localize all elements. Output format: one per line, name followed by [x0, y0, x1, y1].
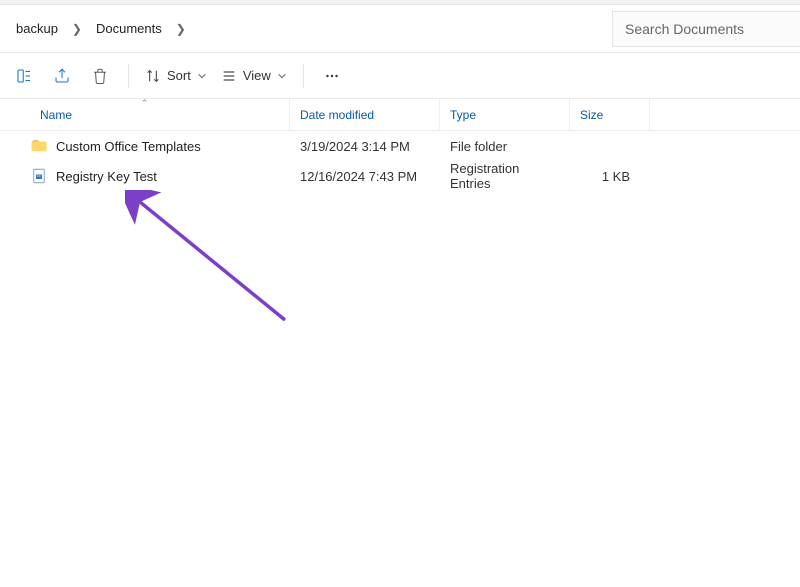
- sort-label: Sort: [167, 68, 191, 83]
- breadcrumb-label: Documents: [96, 21, 162, 36]
- delete-icon[interactable]: [82, 58, 118, 94]
- chevron-right-icon[interactable]: ❯: [170, 22, 192, 36]
- column-header-label: Size: [580, 108, 603, 122]
- toolbar-separator: [128, 64, 129, 88]
- column-header-type[interactable]: Type: [440, 99, 570, 130]
- toolbar-separator: [303, 64, 304, 88]
- column-header-date[interactable]: Date modified: [290, 99, 440, 130]
- view-label: View: [243, 68, 271, 83]
- file-name: Registry Key Test: [56, 169, 157, 184]
- file-list: Custom Office Templates 3/19/2024 3:14 P…: [0, 131, 800, 191]
- list-item[interactable]: Custom Office Templates 3/19/2024 3:14 P…: [0, 131, 800, 161]
- view-button[interactable]: View: [215, 58, 293, 94]
- file-size: 1 KB: [570, 169, 650, 184]
- chevron-down-icon: [277, 71, 287, 81]
- search-input[interactable]: [612, 11, 800, 47]
- address-bar-row: backup ❯ Documents ❯: [0, 5, 800, 53]
- file-date: 3/19/2024 3:14 PM: [290, 139, 440, 154]
- details-pane-icon[interactable]: [6, 58, 42, 94]
- column-header-size[interactable]: Size: [570, 99, 650, 130]
- list-item[interactable]: Registry Key Test 12/16/2024 7:43 PM Reg…: [0, 161, 800, 191]
- breadcrumb-label: backup: [16, 21, 58, 36]
- breadcrumb-item[interactable]: backup: [8, 13, 66, 45]
- file-date: 12/16/2024 7:43 PM: [290, 169, 440, 184]
- folder-icon: [30, 137, 48, 155]
- registry-file-icon: [30, 167, 48, 185]
- file-type: Registration Entries: [440, 161, 570, 191]
- column-header-label: Date modified: [300, 108, 374, 122]
- chevron-down-icon: [197, 71, 207, 81]
- sort-indicator-icon: ⌃: [141, 98, 149, 109]
- breadcrumb-item[interactable]: Documents: [88, 13, 170, 45]
- column-header-name[interactable]: Name ⌃: [0, 99, 290, 130]
- column-headers: Name ⌃ Date modified Type Size: [0, 99, 800, 131]
- column-header-label: Name: [40, 108, 72, 122]
- toolbar: Sort View: [0, 53, 800, 99]
- file-type: File folder: [440, 139, 570, 154]
- chevron-right-icon[interactable]: ❯: [66, 22, 88, 36]
- file-name: Custom Office Templates: [56, 139, 201, 154]
- more-icon[interactable]: [314, 58, 350, 94]
- column-header-label: Type: [450, 108, 476, 122]
- annotation-arrow: [125, 190, 295, 330]
- sort-button[interactable]: Sort: [139, 58, 213, 94]
- breadcrumb[interactable]: backup ❯ Documents ❯: [4, 5, 612, 52]
- share-icon[interactable]: [44, 58, 80, 94]
